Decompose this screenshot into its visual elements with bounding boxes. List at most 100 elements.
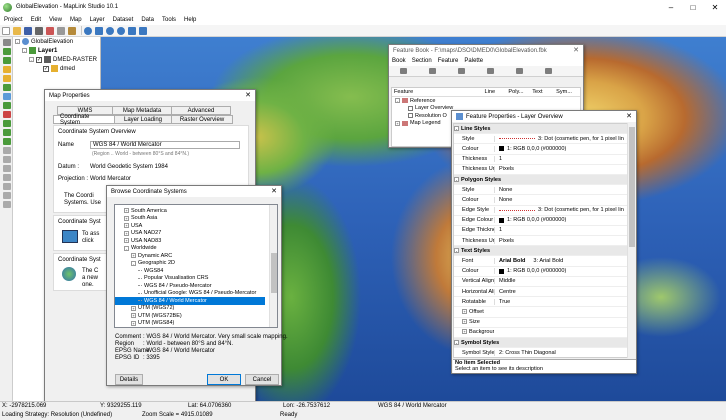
collapse-icon[interactable]: -	[454, 340, 459, 346]
copy-icon[interactable]	[57, 26, 65, 35]
cs-item[interactable]: WGS84	[115, 267, 265, 275]
property-row[interactable]: + Offset	[454, 307, 628, 318]
cancel-button[interactable]: Cancel	[245, 374, 279, 385]
close-icon[interactable]: ✕	[626, 112, 632, 120]
new-file-icon[interactable]	[2, 26, 10, 35]
property-row[interactable]: Thickness 1	[454, 155, 628, 165]
property-row[interactable]: Font Arial Bold 3: Arial Bold	[454, 256, 628, 267]
tab-raster-overview[interactable]: Raster Overview	[171, 115, 233, 124]
tab-coordinate-system[interactable]: Coordinate System	[53, 114, 115, 126]
collapse-icon[interactable]: -	[15, 39, 20, 44]
cs-item[interactable]: + South America	[115, 207, 265, 215]
property-grid[interactable]: - Line Styles Style 3: Dot (cosmetic pen, f…	[453, 123, 629, 358]
feature-row-reference[interactable]: - Reference	[392, 97, 580, 105]
collapse-icon[interactable]: -	[395, 98, 400, 104]
collapse-icon[interactable]: -	[22, 48, 27, 53]
property-row[interactable]: Edge Colour 1: RGB 0,0,0 (#000000)	[454, 216, 628, 226]
menu-dataset[interactable]: Dataset	[109, 17, 138, 23]
paste-icon[interactable]	[68, 26, 76, 35]
cs-item[interactable]: + UTM (WGS72)	[115, 305, 265, 313]
property-row[interactable]: + Size	[454, 318, 628, 328]
props-scrollbar[interactable]	[627, 123, 635, 358]
cs-item[interactable]: + South Asia	[115, 215, 265, 223]
table-icon[interactable]	[3, 120, 11, 127]
tree-root[interactable]: - GlobalElevation	[13, 37, 100, 46]
cs-item[interactable]: - Geographic 2D	[115, 260, 265, 268]
property-value[interactable]: 1	[494, 227, 628, 234]
filter-icon[interactable]	[3, 102, 11, 109]
property-value[interactable]: 1: RGB 0,0,0 (#000000)	[494, 217, 628, 224]
close-icon[interactable]: ✕	[704, 0, 726, 14]
data-icon[interactable]	[3, 93, 11, 100]
fit-extent-icon[interactable]	[139, 26, 147, 35]
tile-icon[interactable]	[3, 84, 11, 91]
minimize-icon[interactable]: –	[660, 0, 682, 14]
property-category[interactable]: - Line Styles	[454, 124, 628, 135]
cs-item[interactable]: Unofficial Google: WGS 84 / Pseudo-Merca…	[115, 290, 265, 298]
cs-item[interactable]: WGS 84 / World Mercator	[115, 297, 265, 305]
menu-project[interactable]: Project	[0, 17, 27, 23]
col-text[interactable]: Text	[532, 89, 556, 95]
grid-icon[interactable]	[128, 26, 136, 35]
expand-icon[interactable]: +	[124, 215, 129, 221]
pan-icon[interactable]	[95, 26, 103, 35]
property-row[interactable]: Horizontal Alignment Centre	[454, 287, 628, 298]
properties-icon[interactable]	[3, 138, 11, 145]
menu-tools[interactable]: Tools	[158, 17, 180, 23]
expand-icon[interactable]: +	[131, 313, 136, 319]
col-poly[interactable]: Poly...	[508, 89, 532, 95]
details-button[interactable]: Details	[115, 374, 143, 385]
expand-icon[interactable]: +	[131, 305, 136, 311]
tool-f-icon[interactable]	[3, 201, 11, 208]
property-value[interactable]: 3: Dot (cosmetic pen, for 1 pixel lin	[494, 207, 628, 214]
print-icon[interactable]	[35, 26, 43, 35]
menu-map[interactable]: Map	[66, 17, 86, 23]
paste-icon[interactable]	[458, 68, 465, 74]
expand-icon[interactable]: +	[124, 230, 129, 236]
cs-scrollbar[interactable]	[269, 205, 277, 327]
property-row[interactable]: Colour 1: RGB 0,0,0 (#000000)	[454, 267, 628, 277]
collapse-icon[interactable]: -	[124, 245, 129, 251]
cs-item[interactable]: WGS 84 / Pseudo-Mercator	[115, 282, 265, 290]
menu-help[interactable]: Help	[180, 17, 200, 23]
property-value[interactable]: True	[494, 298, 628, 305]
settings-icon[interactable]	[3, 147, 11, 154]
tool-d-icon[interactable]	[3, 183, 11, 190]
delete-icon[interactable]	[3, 111, 11, 118]
property-value[interactable]: Pixels	[494, 166, 628, 173]
stack-icon[interactable]	[3, 129, 11, 136]
tab-map-metadata[interactable]: Map Metadata	[112, 106, 172, 115]
cs-item[interactable]: + UTM (WGS84)	[115, 320, 265, 328]
expand-icon[interactable]: +	[124, 223, 129, 229]
tree-raster[interactable]: - ✓ DMED-RASTER	[13, 55, 100, 64]
expand-icon[interactable]: +	[124, 208, 129, 214]
property-row[interactable]: Style 3: Dot (cosmetic pen, for 1 pixel l…	[454, 134, 628, 145]
layer-vector-icon[interactable]	[3, 66, 11, 73]
folder-icon[interactable]	[3, 75, 11, 82]
menu-palette[interactable]: Palette	[461, 58, 486, 64]
property-row[interactable]: Thickness Unit Pixels	[454, 165, 628, 175]
cs-item[interactable]: + USA NAD83	[115, 237, 265, 245]
collapse-icon[interactable]: -	[131, 260, 136, 266]
property-value[interactable]: None	[494, 186, 628, 193]
cs-item[interactable]: + Dynamic ARC	[115, 252, 265, 260]
menu-layer[interactable]: Layer	[86, 17, 109, 23]
property-row[interactable]: Colour 1: RGB 0,0,0 (#000000)	[454, 144, 628, 155]
expand-icon[interactable]: +	[131, 320, 136, 326]
add-icon[interactable]	[400, 68, 407, 74]
property-row[interactable]: Symbol Style 2: Cross Thin Diagonal	[454, 348, 628, 357]
zoom-out-icon[interactable]	[117, 26, 125, 35]
collapse-icon[interactable]: -	[454, 177, 459, 183]
delete-icon[interactable]	[487, 68, 494, 74]
property-row[interactable]: Edge Style 3: Dot (cosmetic pen, for 1 pi…	[454, 206, 628, 216]
property-value[interactable]: 3: Dot (cosmetic pen, for 1 pixel lin	[494, 135, 628, 142]
tool-b-icon[interactable]	[3, 165, 11, 172]
expand-icon[interactable]: +	[124, 238, 129, 244]
property-row[interactable]: +Background	[454, 328, 628, 338]
col-sym[interactable]: Sym...	[556, 89, 580, 95]
property-row[interactable]: Thickness Unit Pixels	[454, 236, 628, 247]
cut-icon[interactable]	[46, 26, 54, 35]
menu-data[interactable]: Data	[137, 17, 158, 23]
zoom-icon[interactable]	[84, 26, 92, 35]
expand-icon[interactable]: +	[462, 319, 467, 325]
